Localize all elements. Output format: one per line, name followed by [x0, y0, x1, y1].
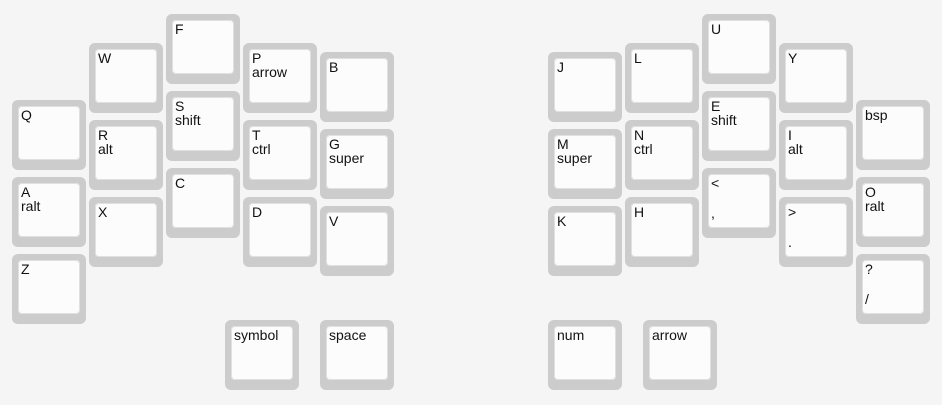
keyboard-layout: Q Aralt Z W Ralt X F Sshift C Parrow Tct… — [0, 0, 942, 405]
key-hold-legend: ralt — [865, 198, 885, 214]
key-hold-legend: ralt — [21, 198, 41, 214]
key-legend: J — [557, 59, 564, 75]
key-shift-legend: > — [788, 204, 797, 220]
key-e[interactable]: Eshift — [702, 91, 776, 161]
key-num[interactable]: num — [548, 320, 622, 390]
key-legend: H — [634, 204, 645, 220]
key-legend: P — [252, 50, 262, 66]
key-r[interactable]: Ralt — [89, 120, 163, 190]
key-legend: symbol — [234, 327, 279, 343]
key-legend: . — [788, 234, 792, 250]
key-shift-legend: < — [711, 175, 720, 191]
key-legend: num — [557, 327, 585, 343]
key-symbol[interactable]: symbol — [225, 320, 299, 390]
key-u[interactable]: U — [702, 14, 776, 84]
key-legend: , — [711, 205, 715, 221]
key-legend: C — [175, 175, 186, 191]
key-k[interactable]: K — [548, 206, 622, 276]
key-legend: N — [634, 127, 645, 143]
key-hold-legend: alt — [788, 141, 803, 157]
key-legend: E — [711, 98, 721, 114]
key-legend: Q — [21, 107, 32, 123]
key-hold-legend: shift — [711, 112, 737, 128]
key-d[interactable]: D — [243, 197, 317, 267]
key-p[interactable]: Parrow — [243, 43, 317, 113]
key-legend: D — [252, 204, 263, 220]
key-hold-legend: alt — [98, 141, 113, 157]
key-hold-legend: ctrl — [252, 141, 271, 157]
key-space[interactable]: space — [320, 320, 394, 390]
key-legend: X — [98, 204, 108, 220]
key-legend: G — [329, 136, 340, 152]
key-q[interactable]: Q — [12, 100, 86, 170]
key-s[interactable]: Sshift — [166, 91, 240, 161]
key-z[interactable]: Z — [12, 254, 86, 324]
key-g[interactable]: Gsuper — [320, 129, 394, 199]
key-l[interactable]: L — [625, 43, 699, 113]
key-hold-legend: shift — [175, 112, 201, 128]
key-legend: I — [788, 127, 792, 143]
key-legend: Y — [788, 50, 798, 66]
key-a[interactable]: Aralt — [12, 177, 86, 247]
key-hold-legend: arrow — [252, 64, 288, 80]
key-legend: Z — [21, 261, 30, 277]
key-hold-legend: ctrl — [634, 141, 653, 157]
key-y[interactable]: Y — [779, 43, 853, 113]
key-slash[interactable]: ? / — [856, 254, 930, 324]
key-h[interactable]: H — [625, 197, 699, 267]
key-legend: W — [98, 50, 112, 66]
key-legend: space — [329, 327, 367, 343]
key-legend: M — [557, 136, 569, 152]
key-hold-legend: super — [329, 150, 365, 166]
key-legend: F — [175, 21, 184, 37]
key-legend: T — [252, 127, 261, 143]
key-legend: A — [21, 184, 31, 200]
key-x[interactable]: X — [89, 197, 163, 267]
key-period[interactable]: >. — [779, 197, 853, 267]
key-c[interactable]: C — [166, 168, 240, 238]
key-legend: B — [329, 59, 339, 75]
key-f[interactable]: F — [166, 14, 240, 84]
key-comma[interactable]: <, — [702, 168, 776, 238]
key-legend: O — [865, 184, 876, 200]
key-legend: L — [634, 50, 642, 66]
key-t[interactable]: Tctrl — [243, 120, 317, 190]
key-shift-legend: ? — [865, 261, 873, 277]
key-legend: bsp — [865, 107, 888, 123]
key-n[interactable]: Nctrl — [625, 120, 699, 190]
key-bsp[interactable]: bsp — [856, 100, 930, 170]
key-arrow[interactable]: arrow — [643, 320, 717, 390]
key-legend: / — [865, 291, 869, 307]
key-legend: V — [329, 213, 339, 229]
key-o[interactable]: Oralt — [856, 177, 930, 247]
key-legend: K — [557, 213, 567, 229]
key-legend: U — [711, 21, 722, 37]
key-legend: R — [98, 127, 109, 143]
key-j[interactable]: J — [548, 52, 622, 122]
key-b[interactable]: B — [320, 52, 394, 122]
key-i[interactable]: Ialt — [779, 120, 853, 190]
key-legend: S — [175, 98, 185, 114]
key-legend: arrow — [652, 327, 688, 343]
key-hold-legend: super — [557, 150, 593, 166]
key-m[interactable]: Msuper — [548, 129, 622, 199]
key-w[interactable]: W — [89, 43, 163, 113]
key-v[interactable]: V — [320, 206, 394, 276]
